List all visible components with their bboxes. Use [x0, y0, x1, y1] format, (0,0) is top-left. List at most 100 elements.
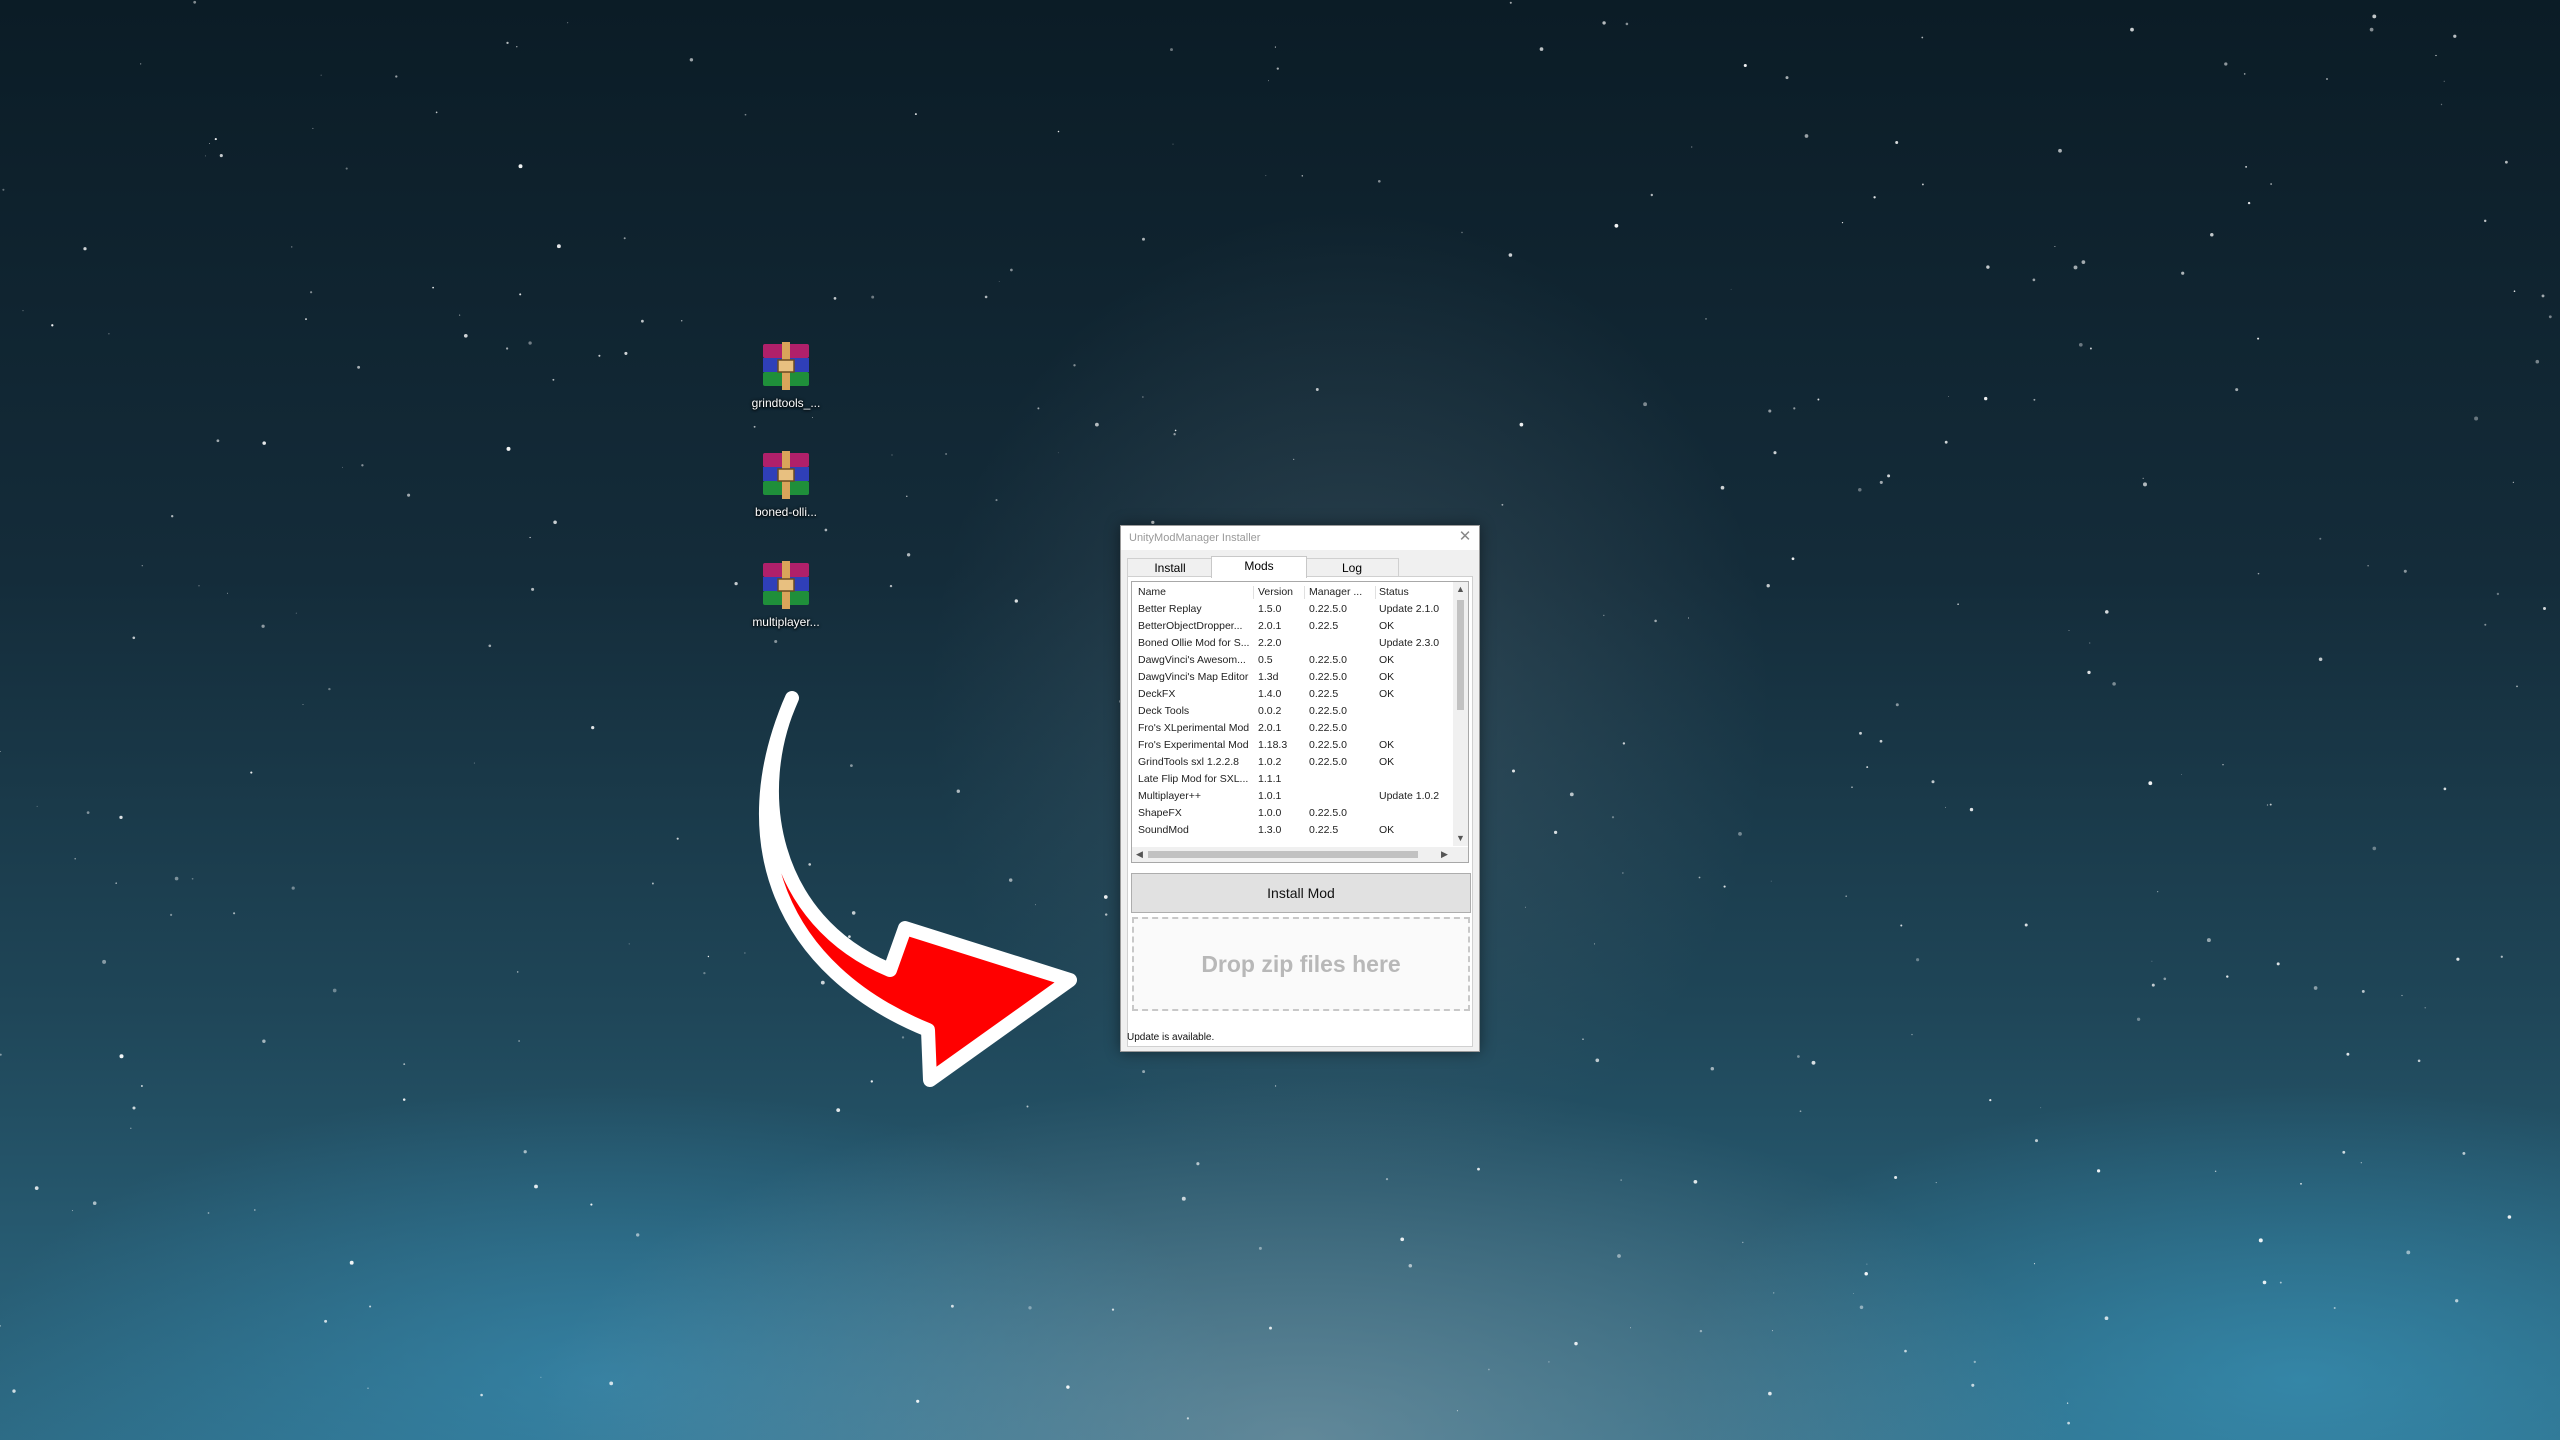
table-cell: OK [1379, 620, 1395, 632]
table-cell: OK [1379, 688, 1395, 700]
zip-drop-zone[interactable]: Drop zip files here [1132, 917, 1470, 1011]
table-cell: ShapeFX [1138, 807, 1182, 819]
table-row[interactable]: Multiplayer++ 1.0.1 Update 1.0.2 [1132, 788, 1454, 805]
red-arrow-icon [758, 691, 1077, 1087]
mods-list[interactable]: Name Version Manager ... Status Better R… [1131, 581, 1469, 863]
table-cell [1379, 703, 1454, 720]
table-cell: 0.22.5.0 [1309, 671, 1347, 683]
desktop-icon-grindtools[interactable]: grindtools_... [740, 340, 832, 410]
scroll-right-icon[interactable]: ▶ [1437, 847, 1452, 862]
scrollbar-corner [1453, 847, 1468, 862]
table-cell: 0.22.5.0 [1309, 654, 1347, 666]
table-cell: Update 2.1.0 [1379, 603, 1440, 615]
table-cell: 0.0.2 [1258, 705, 1282, 717]
table-cell: Multiplayer++ [1138, 790, 1202, 802]
table-cell: Update 2.3.0 [1379, 637, 1440, 649]
scroll-down-icon[interactable]: ▼ [1453, 831, 1468, 846]
table-cell: 1.3.0 [1258, 824, 1282, 836]
horizontal-scrollbar[interactable]: ◀ ▶ [1132, 847, 1468, 862]
table-row[interactable]: DawgVinci's Awesom... 0.5 0.22.5.0 OK [1132, 652, 1454, 669]
install-mod-button[interactable]: Install Mod [1131, 873, 1471, 913]
table-cell: 2.0.1 [1258, 620, 1282, 632]
table-cell: 1.5.0 [1258, 603, 1282, 615]
window-title: UnityModManager Installer [1129, 532, 1261, 544]
table-row[interactable]: Fro's Experimental Mod 1.18.3 0.22.5.0 OK [1132, 737, 1454, 754]
table-row[interactable]: Boned Ollie Mod for S... 2.2.0 Update 2.3.… [1132, 635, 1454, 652]
status-text: Update is available. [1127, 1032, 1215, 1043]
table-cell: 0.22.5.0 [1309, 705, 1347, 717]
unity-mod-manager-window: UnityModManager Installer ✕ Install Mods… [1120, 525, 1480, 1052]
table-cell: OK [1379, 654, 1395, 666]
table-cell [1309, 635, 1375, 652]
scroll-thumb[interactable] [1148, 851, 1418, 858]
table-cell: 2.2.0 [1258, 637, 1282, 649]
table-row[interactable]: DawgVinci's Map Editor 1.3d 0.22.5.0 OK [1132, 669, 1454, 686]
table-cell: OK [1379, 824, 1395, 836]
table-row[interactable]: DeckFX 1.4.0 0.22.5 OK [1132, 686, 1454, 703]
title-bar[interactable]: UnityModManager Installer ✕ [1121, 526, 1479, 550]
desktop-icon-boned-ollie[interactable]: boned-olli... [740, 449, 832, 519]
table-cell: 0.22.5.0 [1309, 807, 1347, 819]
desktop-icon-label: grindtools_... [751, 396, 821, 410]
scroll-left-icon[interactable]: ◀ [1132, 847, 1147, 862]
table-cell: Fro's Experimental Mod [1138, 739, 1249, 751]
table-cell: 0.22.5 [1309, 620, 1339, 632]
table-row[interactable]: GrindTools sxl 1.2.2.8 1.0.2 0.22.5.0 OK [1132, 754, 1454, 771]
table-cell: 1.0.1 [1258, 790, 1282, 802]
table-cell: GrindTools sxl 1.2.2.8 [1138, 756, 1239, 768]
table-row[interactable]: BetterObjectDropper... 2.0.1 0.22.5 OK [1132, 618, 1454, 635]
tab-install[interactable]: Install [1127, 558, 1213, 577]
table-cell: 1.3d [1258, 671, 1279, 683]
column-header-version[interactable]: Version [1258, 584, 1306, 601]
table-row[interactable]: SoundMod 1.3.0 0.22.5 OK [1132, 822, 1454, 839]
desktop-icon-label: multiplayer... [752, 615, 820, 629]
scroll-up-icon[interactable]: ▲ [1453, 582, 1468, 597]
table-cell: 2.0.1 [1258, 722, 1282, 734]
winrar-archive-icon [763, 561, 809, 609]
table-cell: 0.5 [1258, 654, 1273, 666]
column-header-status[interactable]: Status [1379, 584, 1454, 601]
table-cell: 0.22.5.0 [1309, 603, 1347, 615]
table-cell: 1.18.3 [1258, 739, 1288, 751]
table-cell: Update 1.0.2 [1379, 790, 1440, 802]
table-cell: Better Replay [1138, 603, 1202, 615]
table-row[interactable]: Deck Tools 0.0.2 0.22.5.0 [1132, 703, 1454, 720]
table-row[interactable]: Fro's XLperimental Mod 2.0.1 0.22.5.0 [1132, 720, 1454, 737]
desktop-icon-label: boned-olli... [754, 505, 818, 519]
table-cell [1379, 720, 1454, 737]
mods-list-header: Name Version Manager ... Status [1132, 584, 1454, 601]
table-cell: SoundMod [1138, 824, 1189, 836]
mods-tab-panel: Name Version Manager ... Status Better R… [1127, 576, 1473, 1047]
scroll-thumb[interactable] [1457, 600, 1464, 710]
table-row[interactable]: ShapeFX 1.0.0 0.22.5.0 [1132, 805, 1454, 822]
table-cell: OK [1379, 756, 1395, 768]
tab-log[interactable]: Log [1305, 558, 1399, 577]
table-cell [1379, 805, 1454, 822]
table-cell: 0.22.5.0 [1309, 722, 1347, 734]
table-cell: Late Flip Mod for SXL... [1138, 773, 1249, 785]
table-cell: DawgVinci's Map Editor [1138, 671, 1249, 683]
desktop-icon-multiplayer[interactable]: multiplayer... [740, 559, 832, 629]
table-cell: 1.0.0 [1258, 807, 1282, 819]
winrar-archive-icon [763, 342, 809, 390]
table-cell [1309, 788, 1375, 805]
table-cell [1309, 771, 1375, 788]
table-cell: Fro's XLperimental Mod [1138, 722, 1250, 734]
table-cell: BetterObjectDropper... [1138, 620, 1243, 632]
table-cell: 0.22.5 [1309, 824, 1339, 836]
column-header-manager[interactable]: Manager ... [1309, 584, 1375, 601]
close-icon[interactable]: ✕ [1457, 529, 1473, 545]
table-cell: Deck Tools [1138, 705, 1190, 717]
table-cell: 0.22.5 [1309, 688, 1339, 700]
table-cell [1379, 771, 1454, 788]
table-cell: OK [1379, 671, 1395, 683]
table-row[interactable]: Late Flip Mod for SXL... 1.1.1 [1132, 771, 1454, 788]
vertical-scrollbar[interactable]: ▲ ▼ [1453, 582, 1468, 846]
table-cell: 0.22.5.0 [1309, 739, 1347, 751]
column-header-name[interactable]: Name [1138, 584, 1254, 601]
table-row[interactable]: Better Replay 1.5.0 0.22.5.0 Update 2.1.0 [1132, 601, 1454, 618]
table-cell: 1.1.1 [1258, 773, 1282, 785]
tab-mods[interactable]: Mods [1211, 556, 1307, 578]
table-cell: 1.4.0 [1258, 688, 1282, 700]
table-cell: DeckFX [1138, 688, 1176, 700]
